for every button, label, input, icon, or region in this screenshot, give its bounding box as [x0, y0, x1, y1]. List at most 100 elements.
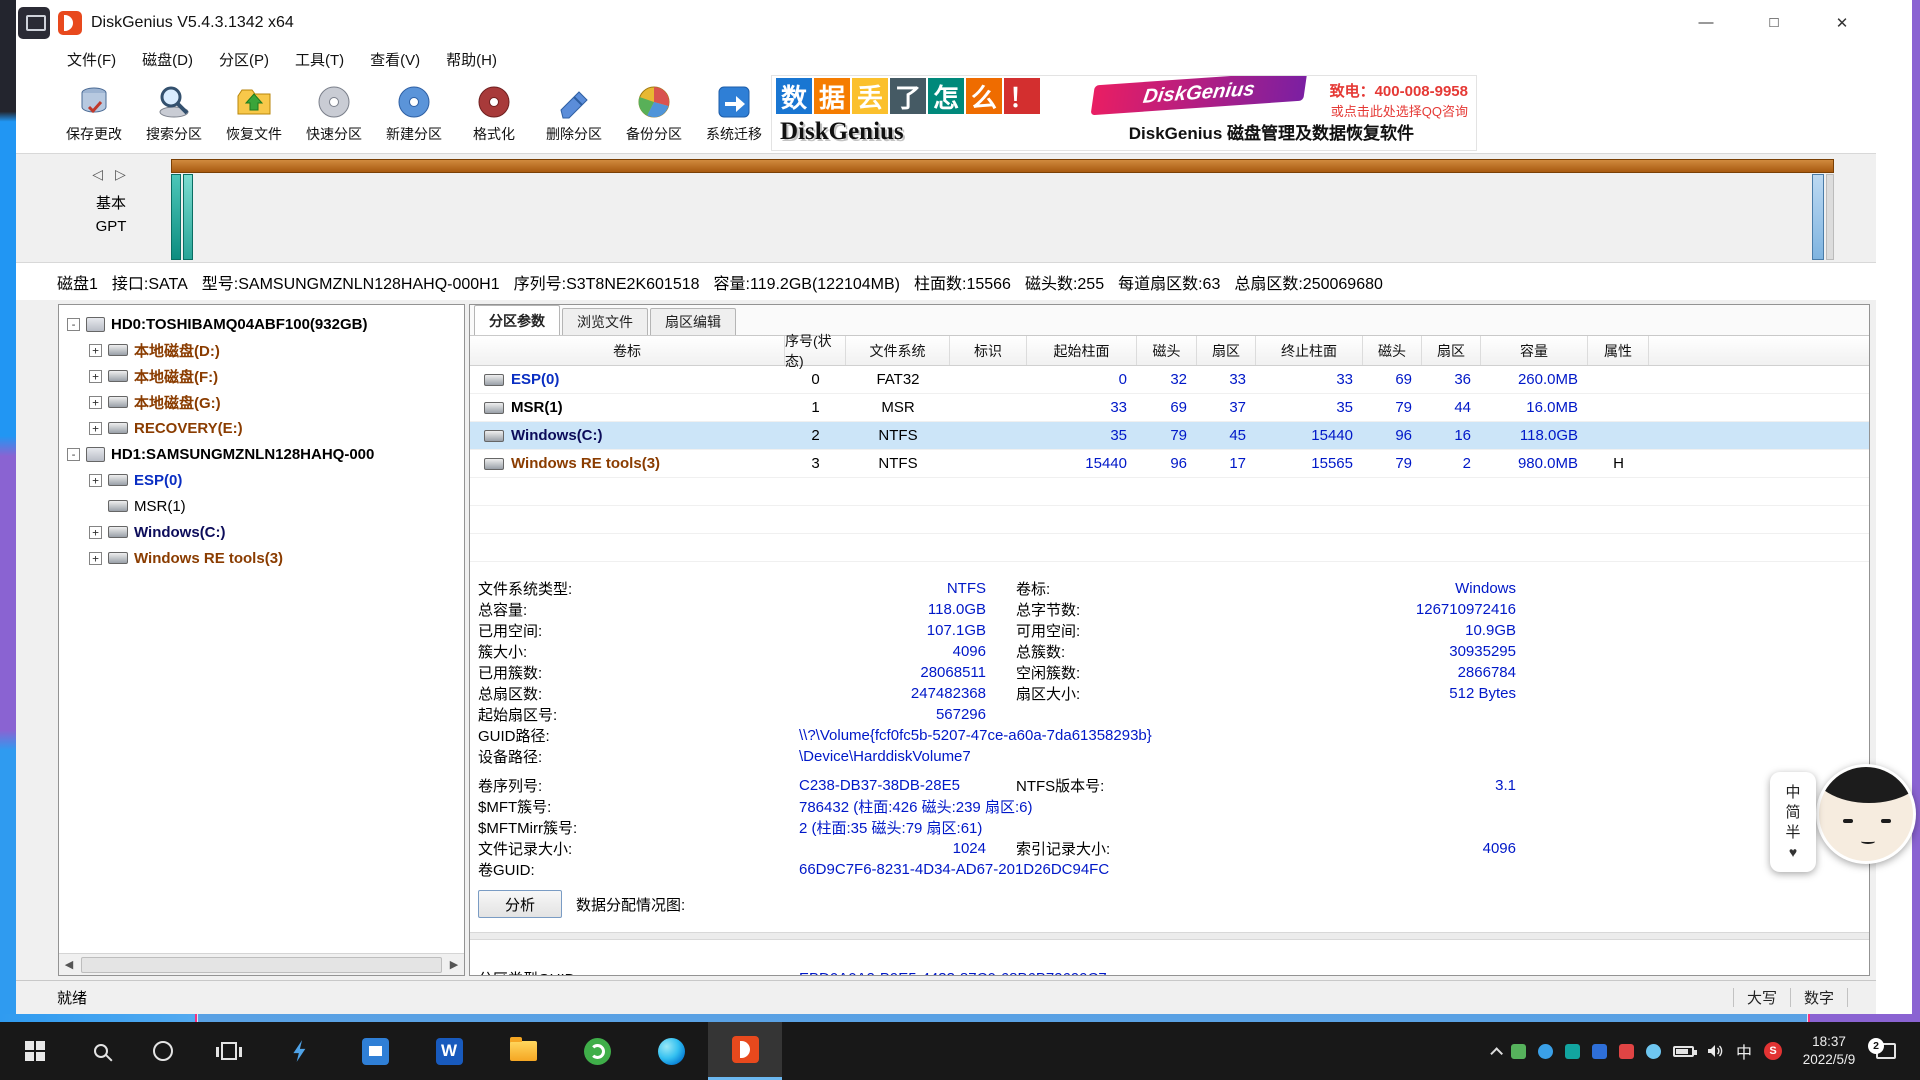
disk-prev-icon[interactable]: ◁ [92, 166, 107, 182]
partition-row-msr[interactable]: MSR(1) 1 MSR 33 69 37 35 79 44 16.0MB [470, 394, 1869, 422]
menu-view[interactable]: 查看(V) [357, 49, 433, 70]
backup-partition-button[interactable]: 备份分区 [614, 73, 694, 153]
maximize-button[interactable]: □ [1740, 0, 1808, 45]
expand-icon[interactable]: + [89, 474, 102, 487]
taskbar-app-word[interactable]: W [412, 1022, 486, 1080]
tray-icon-snowflake[interactable] [1646, 1044, 1661, 1059]
notification-center-icon[interactable]: 2 [1876, 1043, 1896, 1059]
disk-capacity-band[interactable] [171, 159, 1834, 173]
expand-icon[interactable]: + [89, 526, 102, 539]
tray-icon-4[interactable] [1592, 1044, 1607, 1059]
tree-item-windows-c[interactable]: + Windows(C:) [59, 519, 464, 545]
col-end-sector[interactable]: 扇区 [1422, 336, 1481, 365]
scroll-right-icon[interactable]: ▶ [444, 958, 464, 971]
taskbar-clock[interactable]: 18:37 2022/5/9 [1794, 1033, 1864, 1069]
volume-icon[interactable] [1706, 1043, 1724, 1059]
ad-qq-link[interactable]: 或点击此处选择QQ咨询 [1331, 101, 1468, 120]
sogou-icon[interactable]: S [1764, 1042, 1782, 1060]
taskbar-app-browser360[interactable] [560, 1022, 634, 1080]
battery-icon[interactable] [1673, 1046, 1694, 1057]
tab-sector-edit[interactable]: 扇区编辑 [650, 308, 736, 335]
col-seq[interactable]: 序号(状态) [785, 336, 846, 365]
col-fs[interactable]: 文件系统 [846, 336, 950, 365]
heart-icon[interactable]: ♥ [1789, 844, 1797, 860]
close-button[interactable]: ✕ [1808, 0, 1876, 45]
menu-tools[interactable]: 工具(T) [282, 49, 357, 70]
tree-item-recovery-e[interactable]: + RECOVERY(E:) [59, 415, 464, 441]
expand-icon[interactable]: + [89, 344, 102, 357]
col-capacity[interactable]: 容量 [1481, 336, 1588, 365]
partition-block-winre[interactable] [1812, 174, 1824, 260]
scroll-left-icon[interactable]: ◀ [59, 958, 79, 971]
hidden-icons-chevron[interactable] [1490, 1047, 1503, 1060]
menu-disk[interactable]: 磁盘(D) [129, 49, 206, 70]
taskbar-search-button[interactable] [70, 1022, 132, 1080]
save-changes-button[interactable]: 保存更改 [54, 73, 134, 153]
tree-item-msr[interactable]: MSR(1) [59, 493, 464, 519]
col-start-sector[interactable]: 扇区 [1197, 336, 1256, 365]
menu-file[interactable]: 文件(F) [54, 49, 129, 70]
search-partition-button[interactable]: 搜索分区 [134, 73, 214, 153]
tree-item-hd1[interactable]: - HD1:SAMSUNGMZNLN128HAHQ-000 [59, 441, 464, 467]
cortana-button[interactable] [132, 1022, 194, 1080]
tree-item-local-d[interactable]: + 本地磁盘(D:) [59, 337, 464, 363]
ime-simplified-toggle[interactable]: 简 [1785, 804, 1800, 823]
scrollbar-thumb[interactable] [81, 957, 442, 973]
expand-icon[interactable]: + [89, 396, 102, 409]
collapse-icon[interactable]: - [67, 448, 80, 461]
partition-row-winre[interactable]: Windows RE tools(3) 3 NTFS 15440 96 17 1… [470, 450, 1869, 478]
quick-partition-button[interactable]: 快速分区 [294, 73, 374, 153]
col-start-cyl[interactable]: 起始柱面 [1027, 336, 1137, 365]
col-start-head[interactable]: 磁头 [1137, 336, 1197, 365]
tray-icon-1[interactable] [1511, 1044, 1526, 1059]
col-volume[interactable]: 卷标 [470, 336, 785, 365]
tree-horizontal-scrollbar[interactable]: ◀ ▶ [59, 953, 464, 975]
minimize-button[interactable]: — [1672, 0, 1740, 45]
tree-item-local-g[interactable]: + 本地磁盘(G:) [59, 389, 464, 415]
tray-icon-5[interactable] [1619, 1044, 1634, 1059]
taskbar-app-store[interactable] [338, 1022, 412, 1080]
tree-item-esp[interactable]: + ESP(0) [59, 467, 464, 493]
recover-files-button[interactable]: 恢复文件 [214, 73, 294, 153]
menu-partition[interactable]: 分区(P) [206, 49, 282, 70]
tray-icon-2[interactable] [1538, 1044, 1553, 1059]
ime-indicator[interactable]: 中 [1736, 1039, 1752, 1063]
system-migration-button[interactable]: 系统迁移 [694, 73, 774, 153]
tab-partition-params[interactable]: 分区参数 [474, 305, 560, 335]
tab-browse-files[interactable]: 浏览文件 [562, 308, 648, 335]
new-partition-button[interactable]: 新建分区 [374, 73, 454, 153]
menu-help[interactable]: 帮助(H) [433, 49, 510, 70]
taskbar-app-edge[interactable] [634, 1022, 708, 1080]
task-view-button[interactable] [194, 1022, 264, 1080]
partition-block-msr[interactable] [183, 174, 193, 260]
expand-icon[interactable]: + [89, 552, 102, 565]
start-button[interactable] [0, 1022, 70, 1080]
tree-item-local-f[interactable]: + 本地磁盘(F:) [59, 363, 464, 389]
col-end-head[interactable]: 磁头 [1363, 336, 1422, 365]
ime-halfwidth-toggle[interactable]: 半 [1785, 824, 1800, 843]
col-attr[interactable]: 属性 [1588, 336, 1649, 365]
format-button[interactable]: 格式化 [454, 73, 534, 153]
sticker-avatar[interactable] [1816, 764, 1916, 864]
taskbar-app-flash[interactable] [264, 1022, 338, 1080]
taskbar-app-diskgenius-active[interactable] [708, 1022, 782, 1080]
collapse-icon[interactable]: - [67, 318, 80, 331]
ime-lang-toggle[interactable]: 中 [1785, 784, 1800, 803]
tree-item-winre[interactable]: + Windows RE tools(3) [59, 545, 464, 571]
disk-next-icon[interactable]: ▷ [115, 166, 130, 182]
partition-row-windows-c-selected[interactable]: Windows(C:) 2 NTFS 35 79 45 15440 96 16 … [470, 422, 1869, 450]
analyze-button[interactable]: 分析 [478, 890, 562, 918]
panel-splitter[interactable] [470, 932, 1869, 940]
partition-row-esp[interactable]: ESP(0) 0 FAT32 0 32 33 33 69 36 260.0MB [470, 366, 1869, 394]
tree-item-hd0[interactable]: - HD0:TOSHIBAMQ04ABF100(932GB) [59, 311, 464, 337]
expand-icon[interactable]: + [89, 370, 102, 383]
col-end-cyl[interactable]: 终止柱面 [1256, 336, 1363, 365]
col-flag[interactable]: 标识 [950, 336, 1027, 365]
delete-partition-button[interactable]: 删除分区 [534, 73, 614, 153]
tray-icon-3[interactable] [1565, 1044, 1580, 1059]
ime-float-widget[interactable]: 中 简 半 ♥ [1770, 772, 1816, 872]
ad-banner[interactable]: 数 据 丢 了 怎 么 ！ DiskGenius DiskGenius 致电：4… [771, 75, 1477, 151]
partition-block-esp[interactable] [171, 174, 181, 260]
expand-icon[interactable]: + [89, 422, 102, 435]
taskbar-app-explorer[interactable] [486, 1022, 560, 1080]
